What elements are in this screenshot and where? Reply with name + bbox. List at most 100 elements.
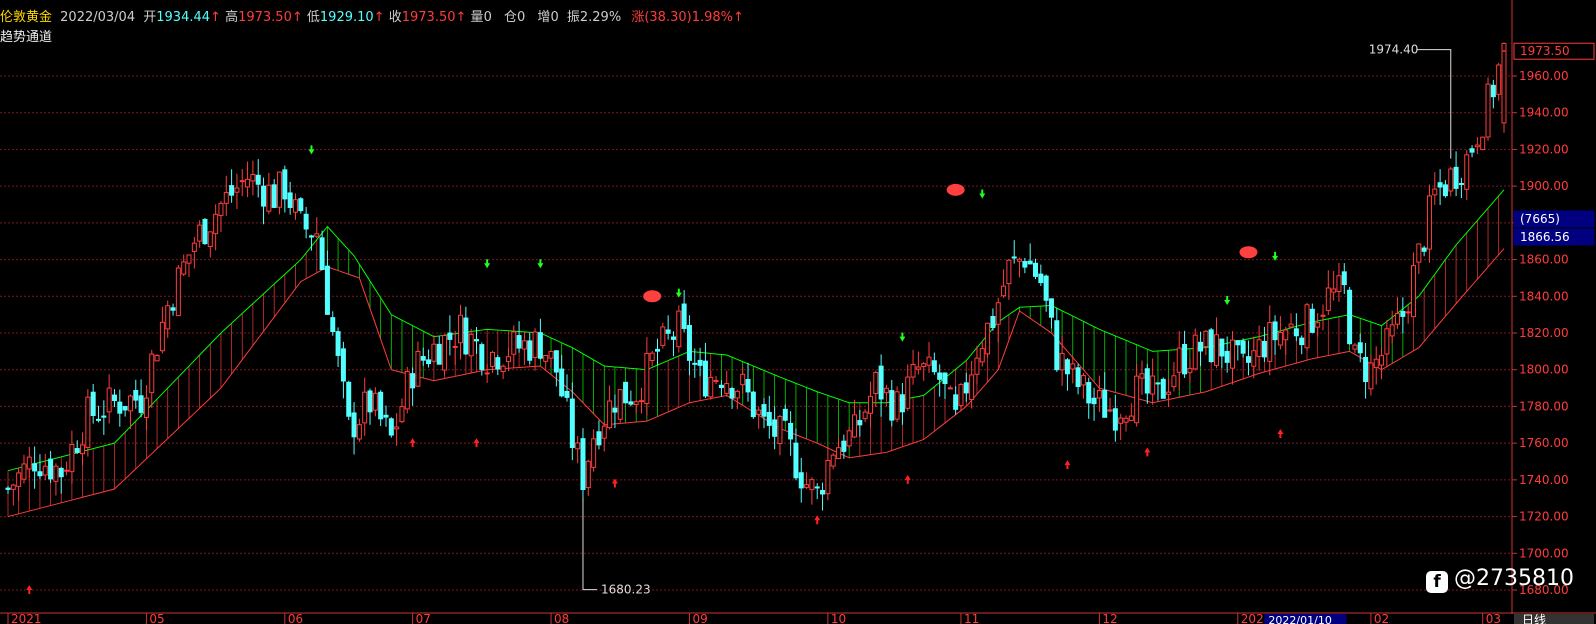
candle-down [766, 411, 772, 426]
sell-arrow-icon [979, 189, 986, 199]
candle-up [777, 415, 783, 445]
candle-up [127, 395, 133, 412]
candle-up [1006, 259, 1012, 285]
candle-up [1379, 355, 1385, 366]
candle-down [1033, 262, 1039, 277]
candle-up [1325, 287, 1331, 311]
candle-up [1320, 314, 1326, 317]
candle-up [1405, 311, 1411, 314]
candle-down [473, 339, 479, 342]
bar-count-text: (7665) [1520, 212, 1560, 226]
candle-down [287, 192, 293, 208]
candle-down [761, 404, 767, 417]
candlestick-chart[interactable]: 1974.40 1680.23 1680.001700.001720.001740… [0, 0, 1596, 624]
y-tick-label: 1960.00 [1519, 69, 1569, 83]
candle-down [111, 394, 117, 402]
candle-down [1182, 343, 1188, 375]
candle-up [372, 392, 378, 411]
sell-arrow-icon [1224, 295, 1231, 305]
candle-down [814, 486, 820, 489]
candle-up [505, 356, 511, 363]
candle-up [218, 202, 224, 216]
candle-up [1123, 417, 1129, 423]
candle-down [1357, 342, 1363, 354]
candle-down [559, 368, 565, 397]
y-tick-label: 1840.00 [1519, 289, 1569, 303]
candle-down [628, 401, 634, 405]
candle-up [154, 355, 160, 362]
candle-up [197, 224, 203, 242]
sell-arrow-icon [537, 259, 544, 269]
y-tick-label: 1860.00 [1519, 253, 1569, 267]
candle-down [623, 381, 629, 404]
candle-down [255, 174, 261, 185]
candle-down [516, 335, 522, 349]
low-annotation: 1680.23 [601, 583, 651, 597]
candle-down [74, 448, 80, 453]
candle-up [1426, 195, 1432, 250]
buy-arrow-icon [1144, 447, 1151, 457]
y-tick-label: 1900.00 [1519, 179, 1569, 193]
candle-down [96, 418, 102, 421]
candle-up [969, 374, 975, 401]
x-tick-label: 11 [964, 612, 979, 624]
candle-up [1432, 188, 1438, 196]
candle-up [452, 345, 458, 348]
candle-up [1501, 50, 1507, 124]
candle-up [1080, 374, 1086, 386]
candle-down [553, 350, 559, 373]
candle-up [836, 447, 842, 460]
x-tick-label: 03 [1486, 612, 1501, 624]
candle-up [442, 335, 448, 371]
candle-up [1001, 285, 1007, 297]
candle-up [676, 310, 682, 348]
candle-up [1315, 322, 1321, 328]
candle-up [639, 400, 645, 403]
candle-down [282, 169, 288, 200]
candle-down [122, 405, 128, 411]
candle-down [447, 332, 453, 340]
candle-down [1400, 311, 1406, 317]
candle-up [191, 242, 197, 252]
sell-arrow-icon [308, 145, 315, 155]
candle-up [362, 391, 368, 424]
buy-arrow-icon [1064, 460, 1071, 470]
candle-down [820, 489, 826, 495]
candle-up [910, 363, 916, 378]
watermark: f @2735810 [1426, 566, 1574, 593]
candle-down [564, 390, 570, 398]
candle-down [170, 307, 176, 311]
candle-down [1347, 289, 1353, 345]
candle-up [830, 454, 836, 467]
candle-up [985, 322, 991, 355]
candle-down [692, 362, 698, 365]
candle-down [340, 348, 346, 382]
candle-up [543, 354, 549, 362]
candle-down [1299, 337, 1305, 346]
candle-up [404, 370, 410, 410]
candle-down [1469, 148, 1475, 153]
candle-up [53, 465, 59, 482]
candle-up [809, 479, 815, 491]
candle-up [1496, 64, 1502, 95]
candle-down [5, 487, 11, 490]
candle-up [873, 371, 879, 395]
candle-down [931, 360, 937, 373]
candle-up [575, 442, 581, 450]
candle-up [85, 396, 91, 448]
candle-down [1453, 166, 1459, 189]
candle-up [159, 321, 165, 352]
candle-up [415, 351, 421, 387]
y-tick-label: 1920.00 [1519, 142, 1569, 156]
candle-down [1458, 182, 1464, 185]
candle-up [974, 357, 980, 375]
candle-down [942, 372, 948, 385]
candle-down [697, 359, 703, 366]
period-label: 日线 [1522, 613, 1546, 624]
candle-up [1368, 362, 1374, 390]
candle-down [330, 317, 336, 333]
candle-down [681, 303, 687, 329]
candle-down [1198, 341, 1204, 352]
candle-up [1107, 409, 1113, 412]
x-tick-label: 06 [288, 612, 303, 624]
